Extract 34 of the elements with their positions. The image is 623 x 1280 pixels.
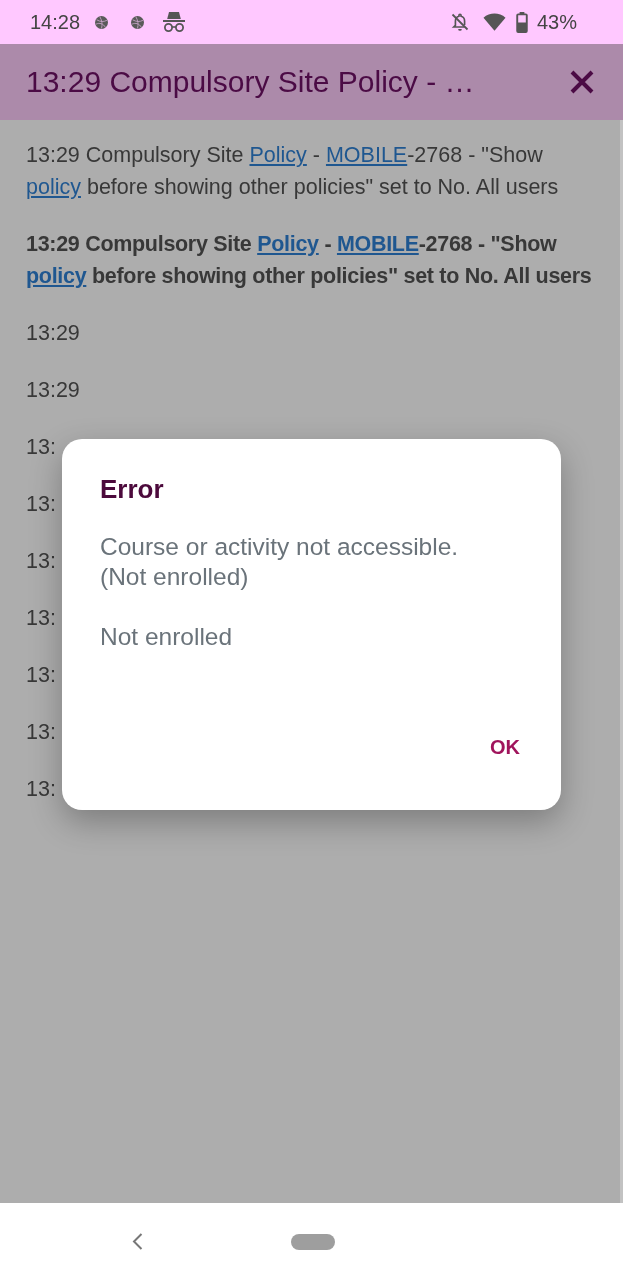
battery-icon [515, 11, 528, 33]
ball-icon [95, 15, 109, 29]
page-title: 13:29 Compulsory Site Policy - … [26, 65, 475, 99]
bell-off-icon [449, 12, 470, 32]
log-entry: 13:29 Compulsory Site Policy - MOBILE-2768 - "Show policy before showing other policies" set to No. All users [26, 231, 593, 290]
dialog-detail: Not enrolled [100, 622, 233, 652]
log-entry: 13: [26, 605, 56, 632]
home-handle[interactable] [291, 1233, 335, 1250]
log-entry: 13: [26, 491, 56, 518]
log-entry: 13: [26, 662, 56, 689]
wifi-icon [482, 13, 506, 31]
log-entry: 13: [26, 719, 56, 746]
inline-link[interactable]: policy [26, 175, 81, 199]
log-entry: 13:29 Compulsory Site Policy - MOBILE-2768 - "Show policy before showing other policies" set to No. All users [26, 142, 560, 201]
battery-percent: 43% [536, 10, 577, 34]
log-entry: 13: [26, 776, 56, 803]
log-entry: 13:29 [26, 320, 80, 347]
back-icon[interactable] [132, 1233, 143, 1250]
status-time: 14:28 [30, 10, 81, 34]
inline-link[interactable]: policy [26, 264, 87, 288]
close-icon [569, 69, 595, 95]
dialog-title: Error [100, 473, 164, 506]
inline-link[interactable]: MOBILE [325, 143, 408, 167]
ball-icon [131, 15, 145, 29]
hat-glasses-icon [162, 11, 187, 33]
close-button[interactable] [569, 69, 595, 95]
ok-button[interactable]: OK [480, 725, 530, 769]
inline-link[interactable]: Policy [257, 232, 319, 256]
inline-link[interactable]: Policy [249, 143, 307, 167]
dialog-message: Course or activity not accessible. (Not enrolled) [100, 532, 460, 592]
log-entry: 13:29 [26, 377, 80, 404]
log-entry: 13: [26, 548, 56, 575]
inline-link[interactable]: MOBILE [336, 232, 419, 256]
log-entry: 13: [26, 434, 56, 461]
